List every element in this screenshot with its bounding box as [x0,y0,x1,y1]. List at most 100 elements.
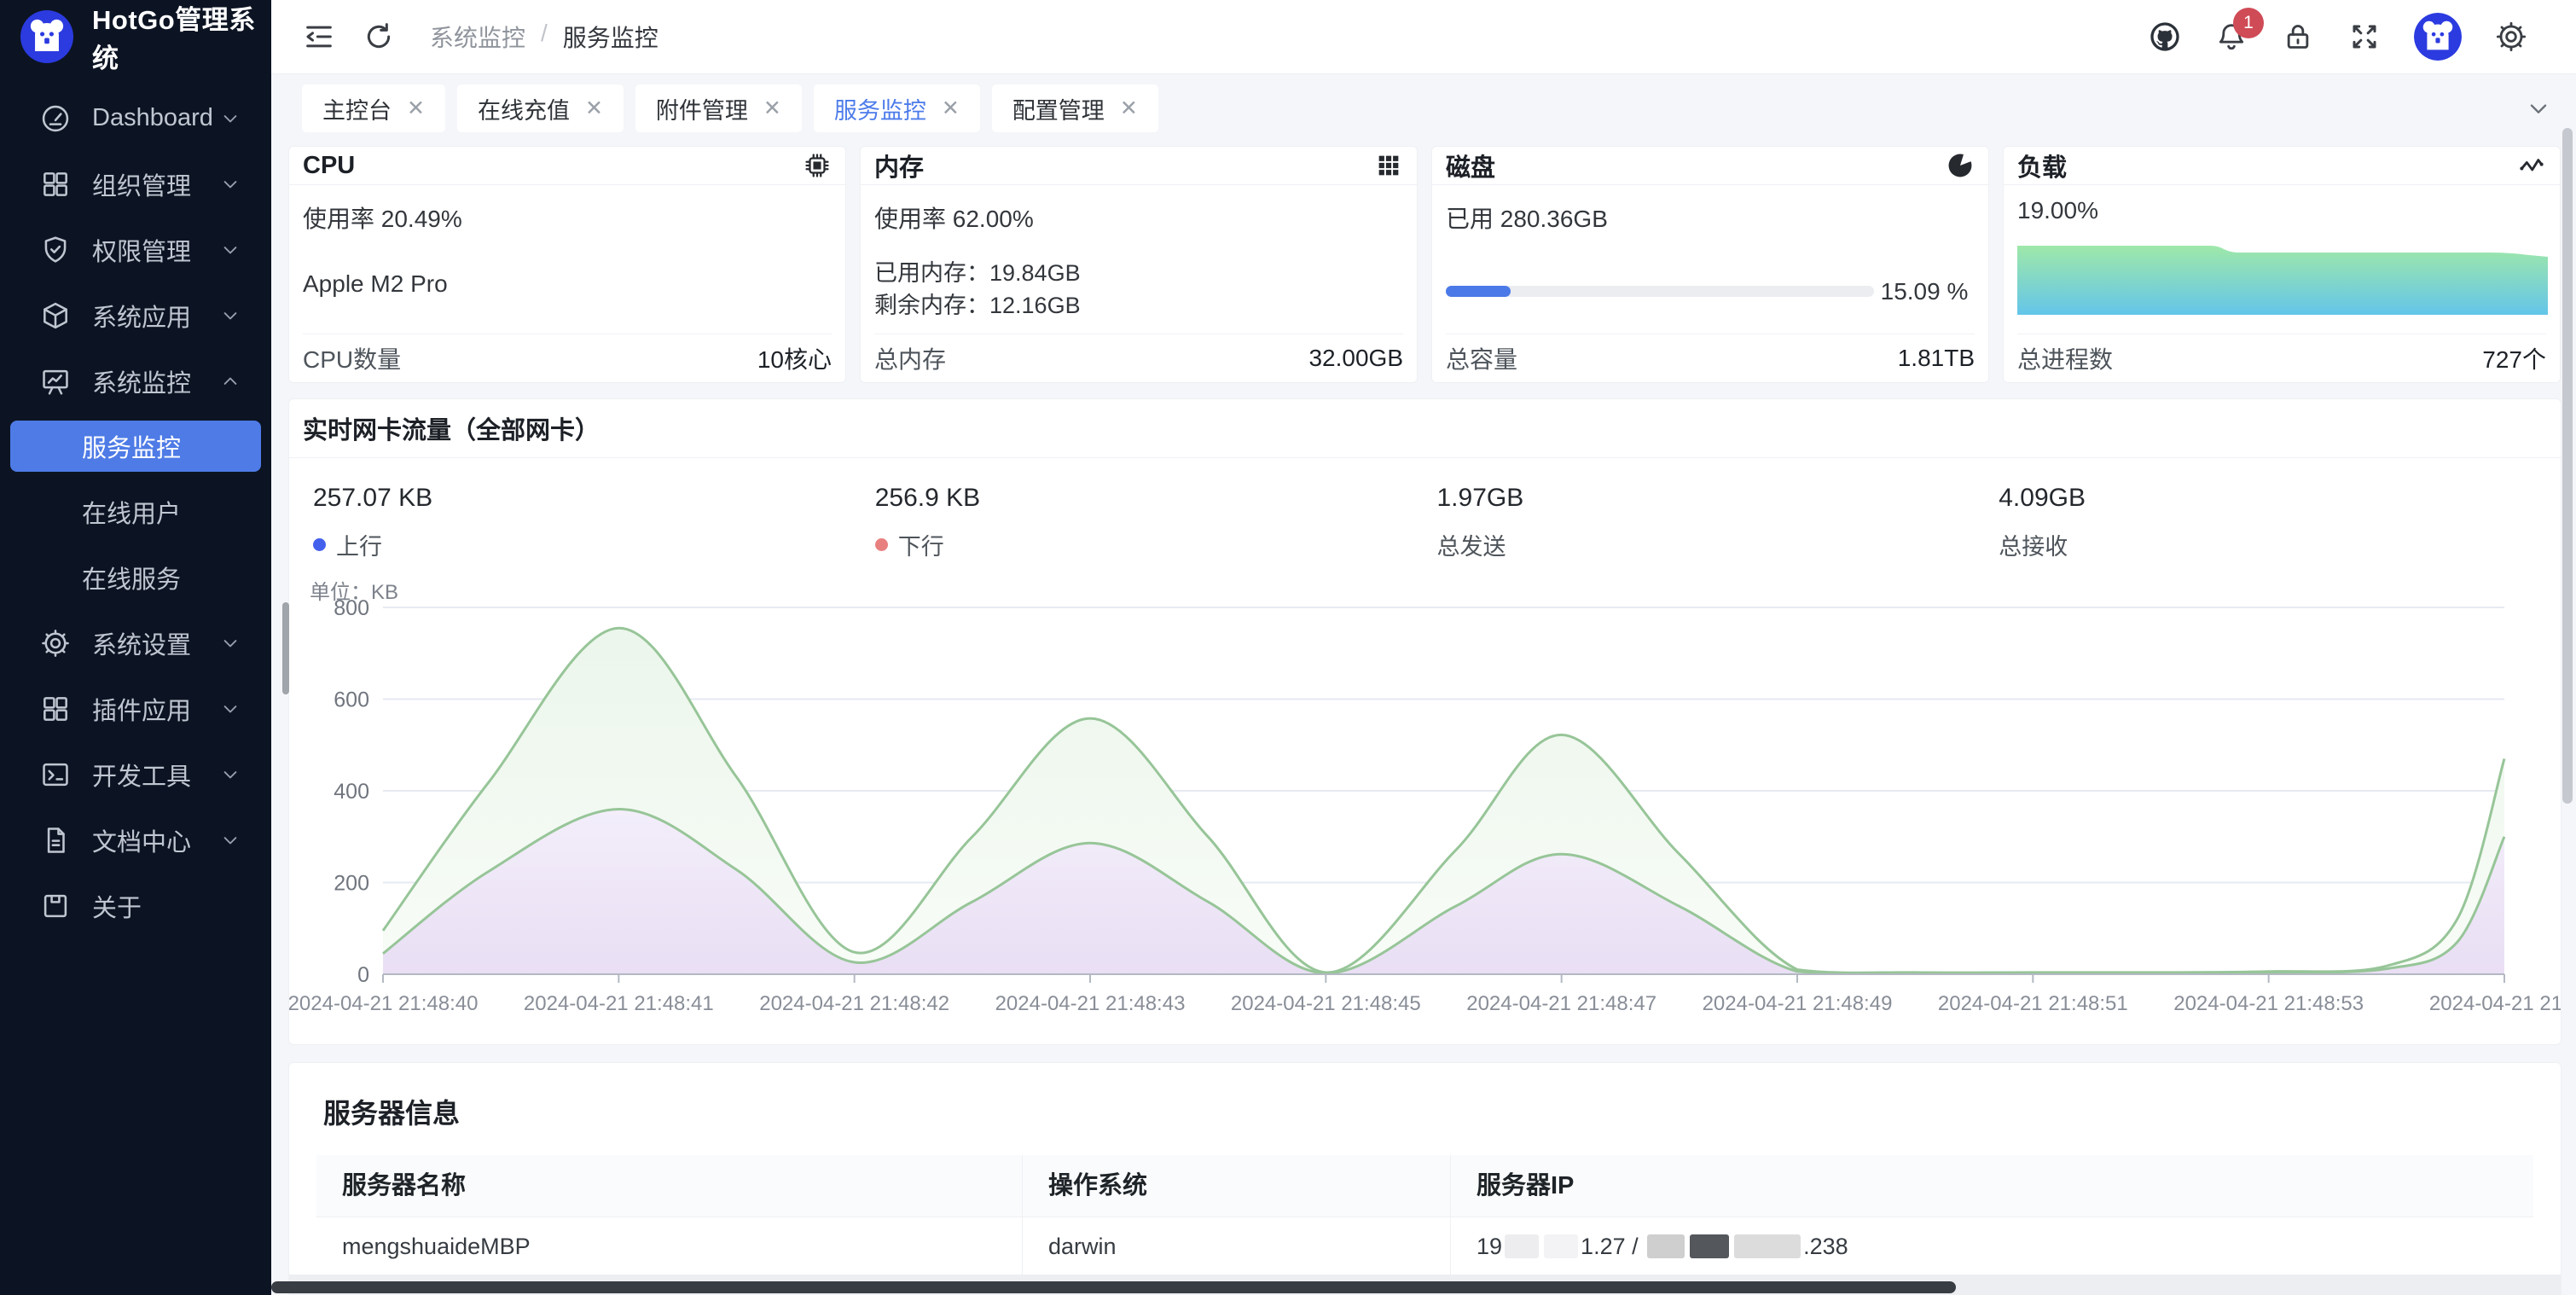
disk-progress-track [1446,286,1874,297]
refresh-icon[interactable] [362,20,396,54]
tab-close-icon[interactable]: ✕ [407,96,425,121]
load-footer-label: 总进程数 [2017,341,2113,375]
sidebar-item-开发工具[interactable]: 开发工具 [0,741,271,807]
svg-text:2024-04-21 21:4: 2024-04-21 21:4 [2429,992,2561,1015]
disk-footer-value: 1.81TB [1898,345,1975,372]
load-card-title: 负载 [2017,148,2067,183]
horizontal-scrollbar-thumb[interactable] [271,1281,1956,1293]
load-card-body: 19.00% [2004,185,2560,315]
network-stat-label: 总发送 [1437,528,1506,561]
network-stat-labelrow: 上行 [313,528,875,561]
load-card: 负载 19.00% [2003,146,2561,383]
disk-card-footer: 总容量 1.81TB [1446,334,1975,382]
network-stat-label: 上行 [336,528,382,561]
sidebar-item-label: 组织管理 [92,166,218,202]
redacted-block [1505,1234,1539,1258]
table-header-服务器名称: 服务器名称 [316,1155,1023,1217]
settings-gear-icon[interactable] [2494,20,2528,54]
github-icon[interactable] [2148,20,2182,54]
breadcrumb-parent[interactable]: 系统监控 [430,20,525,54]
breadcrumb: 系统监控 / 服务监控 [430,20,659,54]
cell-server-ip: 191.27 / .238 [1451,1217,2533,1276]
network-stat-label: 总接收 [1999,528,2068,561]
sidebar-menu: Dashboard 组织管理权限管理系统应用系统监控服务监控在线用户在线服务系统设… [0,85,271,938]
sidebar-item-系统应用[interactable]: 系统应用 [0,282,271,348]
main-area: 系统监控 / 服务监控 1 [271,0,2576,1295]
sidebar-item-系统监控[interactable]: 系统监控 [0,348,271,414]
monitor-chart-icon [39,365,72,398]
sidebar-subitem-服务监控[interactable]: 服务监控 [10,421,261,472]
sidebar-item-组织管理[interactable]: 组织管理 [0,151,271,217]
cpu-card-header: CPU [289,147,845,185]
network-stat-value: 1.97GB [1437,484,1999,513]
tab-close-icon[interactable]: ✕ [1120,96,1138,121]
breadcrumb-current[interactable]: 服务监控 [563,20,659,54]
server-info-card: 服务器信息 服务器名称操作系统服务器IPmengshuaideMBPdarwin… [288,1062,2561,1295]
app-logo-row[interactable]: HotGo管理系统 [0,0,271,73]
tab-主控台[interactable]: 主控台✕ [302,84,445,132]
chevron-down-icon [218,697,242,721]
sidebar-subitem-在线服务[interactable]: 在线服务 [0,544,271,610]
redacted-block [1734,1234,1801,1258]
stat-cards-row: CPU 使用率 20.49% Apple M2 Pro CPU数量 10核心 内… [271,142,2576,383]
tab-label: 服务监控 [834,92,926,125]
tab-list-dropdown[interactable] [2525,74,2552,142]
cell-server-name: mengshuaideMBP [316,1217,1023,1276]
table-header-服务器IP: 服务器IP [1451,1155,2533,1217]
sidebar-item-dashboard[interactable]: Dashboard [0,85,271,151]
lock-icon[interactable] [2281,20,2315,54]
network-stat-下行: 256.9 KB下行 [875,484,1437,561]
svg-text:2024-04-21 21:48:49: 2024-04-21 21:48:49 [1703,992,1893,1015]
svg-text:2024-04-21 21:48:42: 2024-04-21 21:48:42 [759,992,949,1015]
top-header: 系统监控 / 服务监控 1 [271,0,2576,74]
tab-close-icon[interactable]: ✕ [763,96,781,121]
tab-label: 在线充值 [478,92,570,125]
tab-close-icon[interactable]: ✕ [942,96,960,121]
sidebar-item-系统设置[interactable]: 系统设置 [0,610,271,676]
sidebar-item-label: 关于 [92,888,242,924]
chevron-down-icon [218,238,242,262]
menu-collapse-icon[interactable] [302,20,336,54]
load-value: 19.00% [2017,197,2546,224]
network-stat-总发送: 1.97GB 总发送 [1437,484,1999,561]
network-stat-value: 256.9 KB [875,484,1437,513]
sidebar-item-label: 插件应用 [92,691,218,727]
sidebar-item-label: 文档中心 [92,822,218,858]
network-card-title: 实时网卡流量（全部网卡） [289,399,2561,458]
svg-text:400: 400 [334,780,369,804]
load-card-header: 负载 [2004,147,2560,185]
sidebar-item-文档中心[interactable]: 文档中心 [0,807,271,873]
sidebar-item-插件应用[interactable]: 插件应用 [0,676,271,741]
sidebar-subitem-在线用户[interactable]: 在线用户 [0,479,271,544]
cpu-chip-icon [803,151,832,180]
tab-附件管理[interactable]: 附件管理 ✕ [635,84,802,132]
sidebar-item-权限管理[interactable]: 权限管理 [0,217,271,282]
memory-card: 内存 使用率 62.00% 已用内存：19.84GB 剩余内存：12.16GB … [860,146,1418,383]
disk-progress: 15.09 % [1446,276,1975,308]
sidebar-item-关于[interactable]: 关于 [0,873,271,938]
redacted-block [1647,1234,1685,1258]
tab-配置管理[interactable]: 配置管理✕ [992,84,1158,132]
cpu-card-footer: CPU数量 10核心 [303,334,832,382]
tab-close-icon[interactable]: ✕ [585,96,603,121]
fullscreen-icon[interactable] [2347,20,2382,54]
tab-在线充值[interactable]: 在线充值 ✕ [457,84,624,132]
cpu-card-body: 使用率 20.49% Apple M2 Pro [289,185,845,298]
redacted-block [1690,1234,1729,1258]
content-scrollbar-thumb[interactable] [282,602,289,694]
memory-free: 剩余内存：12.16GB [874,289,1403,322]
chevron-down-icon [218,304,242,328]
chevron-down-icon [218,107,242,131]
svg-text:2024-04-21 21:48:53: 2024-04-21 21:48:53 [2173,992,2364,1015]
tab-服务监控[interactable]: 服务监控 ✕ [814,84,980,132]
tab-label: 附件管理 [656,92,748,125]
memory-usage: 使用率 62.00% [874,200,1403,235]
user-avatar[interactable] [2414,13,2462,61]
vertical-scrollbar-thumb[interactable] [2562,128,2573,804]
sidebar-item-label: 系统应用 [92,298,218,334]
sidebar-item-label: 系统监控 [92,363,218,399]
breadcrumb-separator: / [541,20,548,54]
notifications-bell[interactable]: 1 [2214,20,2248,54]
network-traffic-chart: 02004006008002024-04-21 21:48:402024-04-… [289,597,2561,1024]
svg-text:2024-04-21 21:48:45: 2024-04-21 21:48:45 [1231,992,1421,1015]
